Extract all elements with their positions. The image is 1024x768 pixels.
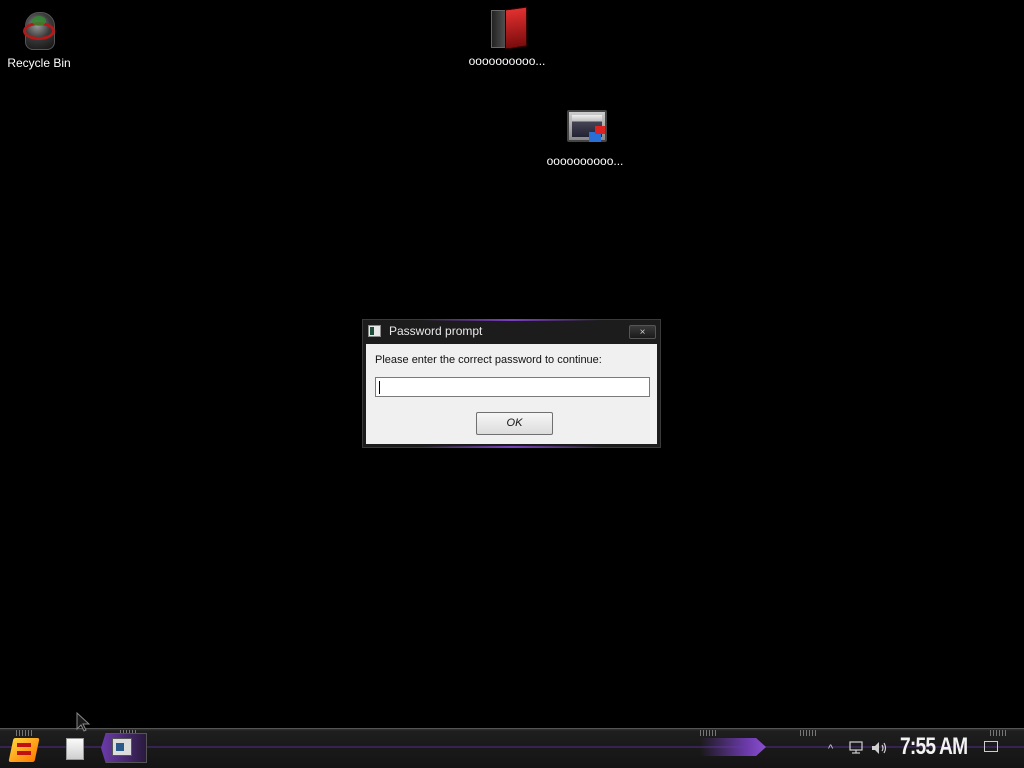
- computer-case-icon: [485, 6, 529, 50]
- ok-button[interactable]: OK: [476, 412, 553, 435]
- desktop-icon-recycle-bin[interactable]: Recycle Bin: [0, 8, 84, 70]
- start-button[interactable]: [8, 736, 40, 764]
- dialog-title-bar[interactable]: Password prompt ×: [363, 320, 660, 344]
- password-prompt-app-icon: [112, 738, 132, 756]
- tray-overflow-chevron-icon[interactable]: ^: [828, 743, 833, 755]
- dialog-client-area: Please enter the correct password to con…: [366, 344, 657, 444]
- dialog-title: Password prompt: [389, 324, 483, 338]
- desktop-icon-label: oooooooooo...: [546, 154, 624, 168]
- password-prompt-dialog: Password prompt × Please enter the corre…: [362, 319, 661, 448]
- password-input[interactable]: [375, 377, 650, 397]
- desktop-icon-file-1[interactable]: oooooooooo...: [462, 6, 552, 68]
- taskbar-clock[interactable]: 7:55 AM: [900, 733, 968, 761]
- text-caret: [379, 381, 380, 394]
- action-center-icon[interactable]: [984, 741, 998, 752]
- app-window-icon: [368, 325, 381, 337]
- tray-decoration: [700, 738, 766, 756]
- network-icon[interactable]: [848, 741, 864, 755]
- recycle-bin-icon: [17, 8, 61, 52]
- monitor-app-icon: [563, 106, 607, 150]
- start-orb-icon: [8, 738, 40, 762]
- close-button[interactable]: ×: [629, 325, 656, 339]
- desktop-icon-label: oooooooooo...: [468, 54, 546, 68]
- document-icon[interactable]: [66, 738, 84, 760]
- prompt-label: Please enter the correct password to con…: [375, 354, 602, 366]
- mouse-cursor-icon: [76, 712, 90, 732]
- desktop-icon-label: Recycle Bin: [7, 56, 71, 70]
- desktop-icon-file-2[interactable]: oooooooooo...: [540, 106, 630, 168]
- volume-icon[interactable]: [871, 741, 889, 755]
